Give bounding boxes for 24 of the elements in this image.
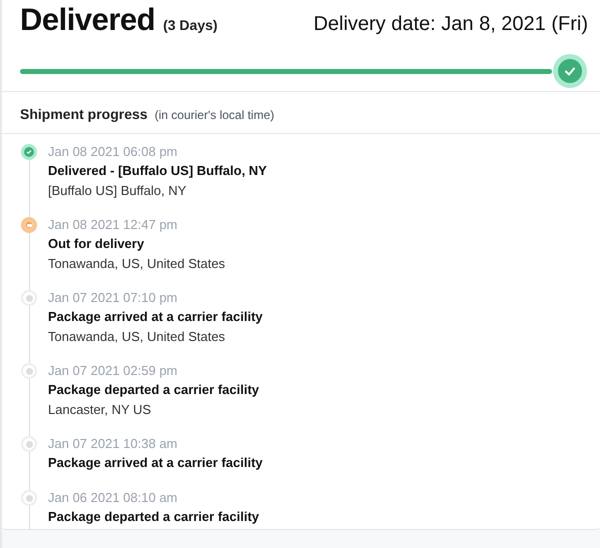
status-dot-icon (21, 144, 37, 160)
section-note: (in courier's local time) (154, 108, 274, 122)
event-time: Jan 08 2021 12:47 pm (48, 216, 178, 234)
event-location: Lancaster, NY US (48, 401, 152, 419)
event-title: Out for delivery (48, 235, 146, 253)
status-title: Delivered (20, 2, 156, 38)
event-title: Package departed a carrier facility (48, 508, 260, 526)
status-dot-icon (21, 217, 37, 233)
duration-text: (3 Days) (163, 17, 218, 33)
event-title: Delivered - [Buffalo US] Buffalo, NY (48, 162, 267, 180)
event-time: Jan 06 2021 08:10 am (48, 489, 178, 507)
event-title: Package arrived at a carrier facility (48, 308, 263, 326)
event-time: Jan 07 2021 10:38 am (48, 435, 178, 453)
event-location: Tonawanda, US, United States (48, 328, 226, 346)
event-time: Jan 07 2021 02:59 pm (48, 362, 178, 380)
check-circle-icon (552, 53, 588, 89)
event-location: [Buffalo US] Buffalo, NY (48, 182, 188, 200)
event-location: Tonawanda, US, United States (48, 255, 226, 273)
event-time: Jan 08 2021 06:08 pm (48, 143, 178, 161)
event-time: Jan 07 2021 07:10 pm (48, 289, 178, 307)
event-title: Package departed a carrier facility (48, 381, 260, 399)
section-title: Shipment progress (20, 106, 148, 122)
delivery-date: Delivery date: Jan 8, 2021 (Fri) (313, 13, 588, 36)
event-title: Package arrived at a carrier facility (48, 454, 263, 472)
